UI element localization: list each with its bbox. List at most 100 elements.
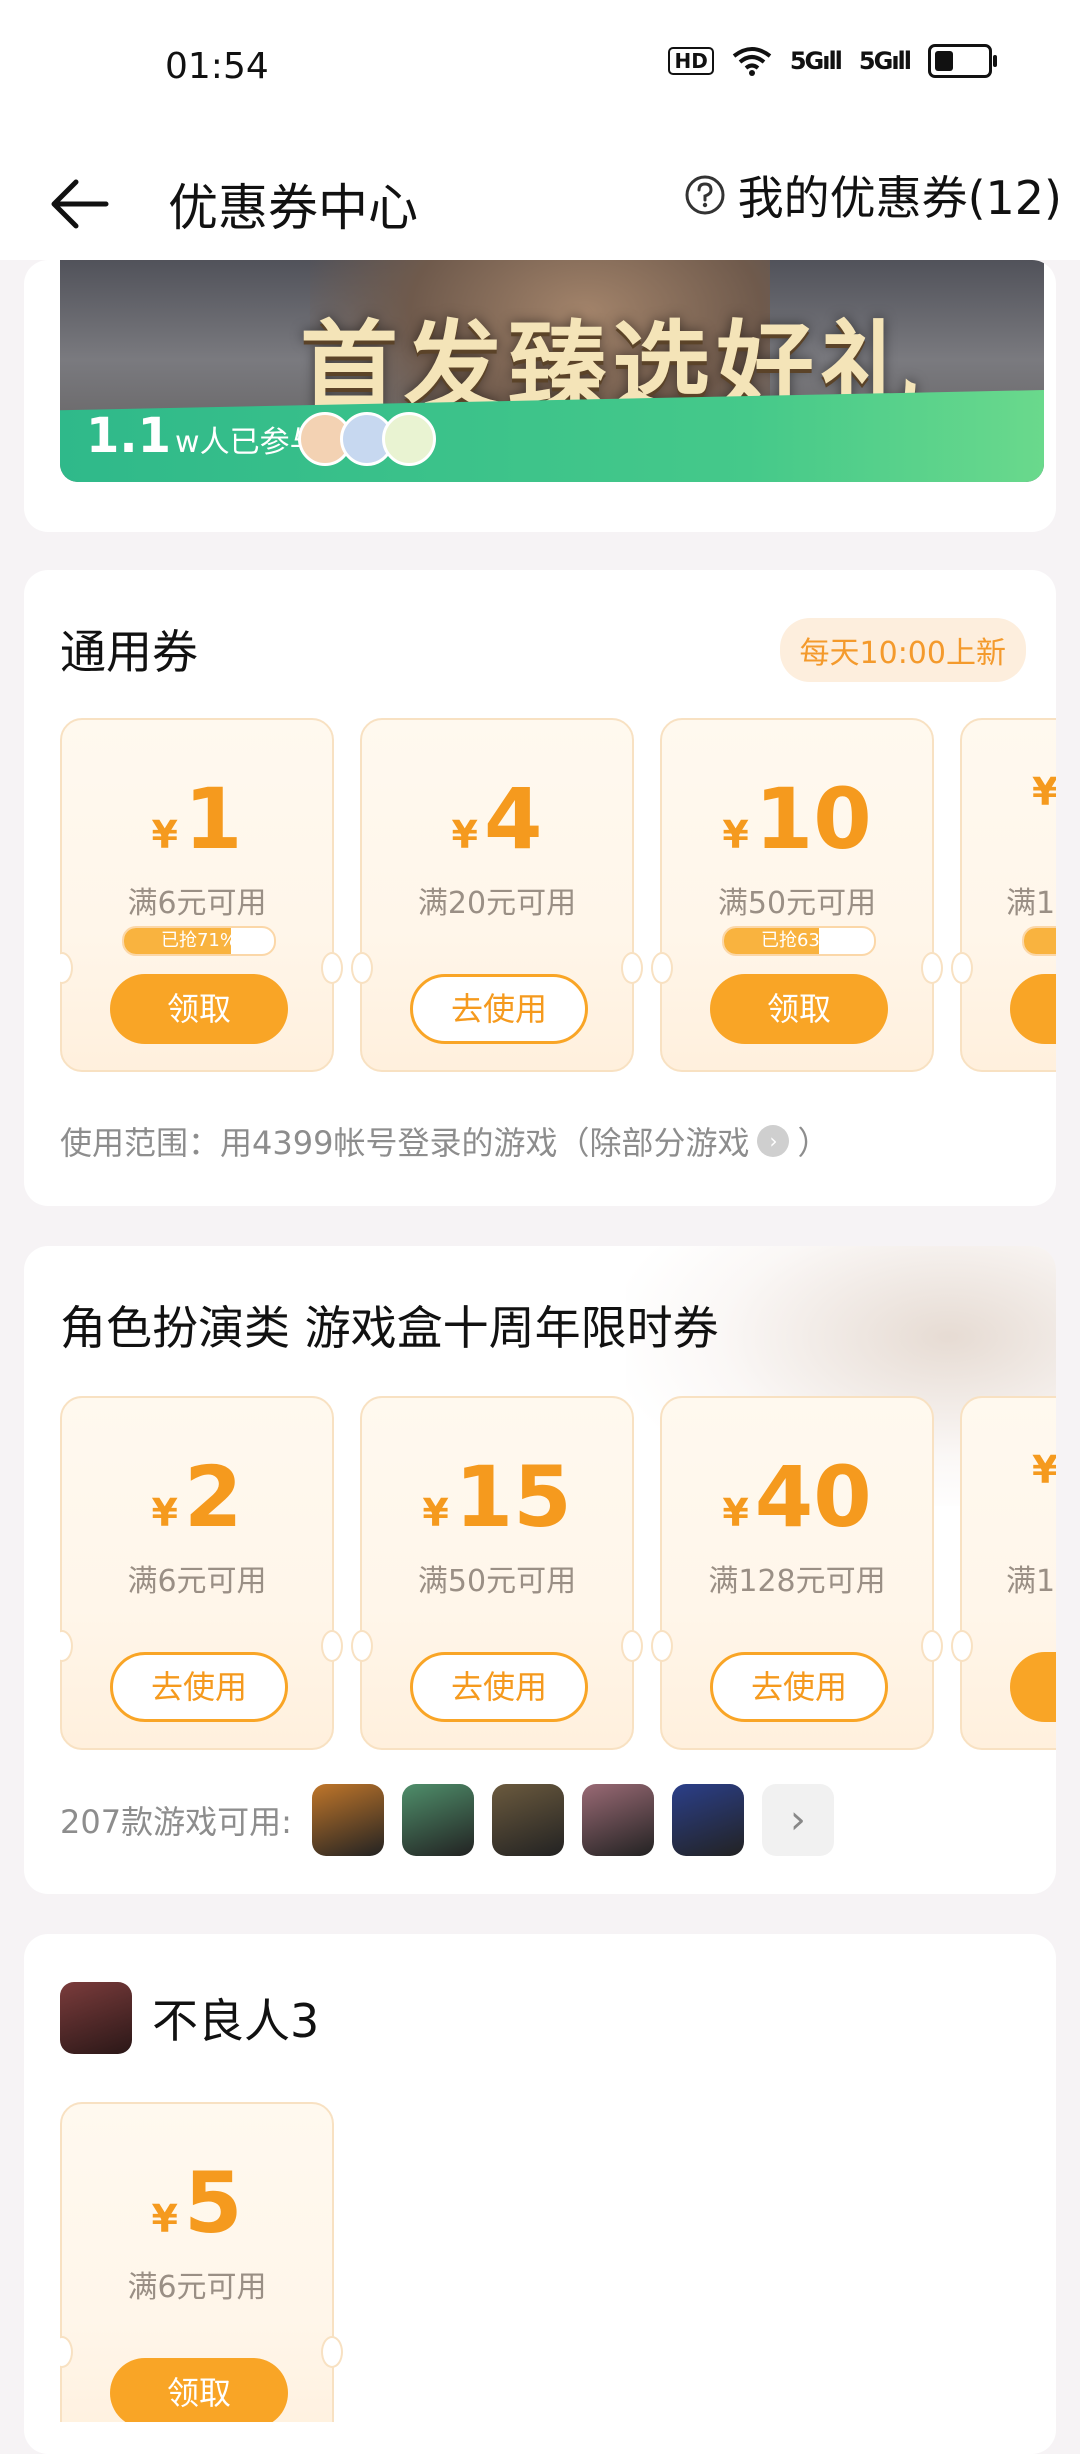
wifi-icon <box>732 47 772 76</box>
coupon-condition: 满6元可用 <box>127 2270 267 2305</box>
coupon-condition: 满20元可用 <box>417 886 577 921</box>
coupon-value: 40 <box>754 1448 872 1546</box>
status-bar: 01:54 HD 5Gıll 5Gıll <box>0 0 1080 136</box>
claim-button[interactable]: 领取 <box>110 2358 288 2422</box>
signal-icon-1: 5Gıll <box>789 47 843 75</box>
claim-button[interactable]: 领取 <box>110 974 288 1044</box>
game-icon[interactable] <box>401 1784 474 1856</box>
coupon-condition: 满50元可用 <box>717 886 877 921</box>
coupon-row[interactable]: ¥5 满6元可用 领取 <box>60 2102 1056 2422</box>
coupon-amount: ¥5 <box>62 2154 332 2252</box>
general-coupons-card: 通用券 每天10:00上新 ¥1 满6元可用 已抢71% 领取 ¥4 满20元可… <box>24 570 1056 1206</box>
game-icon[interactable] <box>581 1784 654 1856</box>
chevron-right-icon[interactable]: › <box>761 1784 834 1856</box>
use-button[interactable]: 去使用 <box>410 974 588 1044</box>
coupon-card[interactable]: ¥15 满50元可用 去使用 <box>351 1396 643 1750</box>
coupon-card[interactable]: ¥4 满20元可用 去使用 <box>351 718 643 1072</box>
signal-icon-2: 5Gıll <box>858 47 912 75</box>
coupon-card[interactable]: ¥2 满6元可用 去使用 <box>60 1396 343 1750</box>
currency-symbol: ¥ <box>722 1491 749 1535</box>
page-title: 优惠券中心 <box>168 179 418 237</box>
coupon-value: 2 <box>184 1448 243 1546</box>
coupon-condition: 满6元可用 <box>127 886 267 921</box>
use-button[interactable]: 去使用 <box>410 1652 588 1722</box>
banner-participants: 1.1 w人已参与 <box>86 408 320 464</box>
section-title: 角色扮演类 游戏盒十周年限时券 <box>60 1301 719 1355</box>
claim-progress-fill <box>1024 928 1056 954</box>
usage-scope: 使用范围：用4399帐号登录的游戏（除部分游戏 › ） <box>60 1118 829 1164</box>
coupon-value: 15 <box>454 1448 572 1546</box>
chevron-right-icon[interactable]: › <box>757 1125 790 1157</box>
game-icon[interactable] <box>311 1784 384 1856</box>
currency-symbol: ¥ <box>422 1491 449 1535</box>
currency-symbol: ¥ <box>1032 1448 1056 1492</box>
usage-scope-text: 使用范围：用4399帐号登录的游戏（除部分游戏 <box>60 1124 750 1162</box>
game-name: 不良人3 <box>152 1994 320 2048</box>
battery-icon <box>928 44 997 78</box>
nav-bar: 优惠券中心 我的优惠券(12) <box>0 136 1080 260</box>
banner-card: 首发臻选好礼 1.1 w人已参与 <box>24 260 1056 532</box>
coupon-condition: 满6元可用 <box>127 1564 267 1599</box>
promo-banner[interactable]: 首发臻选好礼 1.1 w人已参与 <box>60 260 1044 482</box>
use-button[interactable] <box>1010 1652 1056 1722</box>
use-button[interactable]: 去使用 <box>110 1652 288 1722</box>
coupon-amount: ¥4 <box>362 770 632 868</box>
coupon-value: 4 <box>484 770 543 868</box>
coupon-amount: ¥10 <box>662 770 932 868</box>
claim-progress: 已抢63% <box>722 926 876 956</box>
coupon-condition: 满50元可用 <box>417 1564 577 1599</box>
help-icon <box>685 175 725 215</box>
status-time: 01:54 <box>165 46 269 87</box>
claim-button[interactable] <box>1010 974 1056 1044</box>
my-coupons-button[interactable]: 我的优惠券(12) <box>684 162 1062 228</box>
applicable-games-label: 207款游戏可用: <box>60 1803 292 1841</box>
currency-symbol: ¥ <box>1032 770 1056 814</box>
usage-scope-end: ） <box>797 1124 830 1162</box>
claim-button[interactable]: 领取 <box>710 974 888 1044</box>
coupon-amount: ¥2 <box>62 1448 332 1546</box>
my-coupons-label: 我的优惠券(12) <box>737 171 1062 225</box>
applicable-games: 207款游戏可用: › <box>60 1784 834 1856</box>
battery-level <box>935 51 953 71</box>
game-icon[interactable] <box>671 1784 744 1856</box>
section-title: 通用券 <box>60 625 198 679</box>
back-arrow-icon[interactable] <box>42 164 122 244</box>
hd-icon: HD <box>668 47 714 75</box>
coupon-card-partial[interactable]: ¥ 满1 <box>951 718 1056 1072</box>
coupon-condition: 满128元可用 <box>708 1564 886 1599</box>
coupon-condition: 满1 <box>1006 1564 1056 1599</box>
currency-symbol: ¥ <box>151 1491 178 1535</box>
game-icon <box>60 1982 132 2054</box>
participants-number: 1.1 <box>86 408 172 464</box>
coupon-row[interactable]: ¥2 满6元可用 去使用 ¥15 满50元可用 去使用 ¥40 满128元可用 … <box>60 1396 1056 1752</box>
currency-symbol: ¥ <box>451 813 478 857</box>
coupon-card[interactable]: ¥40 满128元可用 去使用 <box>651 1396 943 1750</box>
currency-symbol: ¥ <box>151 2197 178 2241</box>
claim-progress <box>1022 926 1056 956</box>
coupon-amount: ¥ <box>962 1448 1056 1492</box>
coupon-value: 10 <box>754 770 872 868</box>
game-header[interactable]: 不良人3 <box>60 1982 319 2054</box>
currency-symbol: ¥ <box>151 813 178 857</box>
coupon-amount: ¥40 <box>662 1448 932 1546</box>
claim-progress: 已抢71% <box>122 926 276 956</box>
coupon-condition: 满1 <box>1006 886 1056 921</box>
coupon-row[interactable]: ¥1 满6元可用 已抢71% 领取 ¥4 满20元可用 去使用 ¥10 满50元… <box>60 718 1056 1074</box>
coupon-card[interactable]: ¥1 满6元可用 已抢71% 领取 <box>60 718 343 1072</box>
participant-avatars <box>298 412 436 466</box>
avatar <box>382 412 436 466</box>
coupon-card-partial[interactable]: ¥ 满1 <box>951 1396 1056 1750</box>
coupon-value: 5 <box>184 2154 243 2252</box>
coupon-amount: ¥1 <box>62 770 332 868</box>
use-button[interactable]: 去使用 <box>710 1652 888 1722</box>
daily-refresh-badge: 每天10:00上新 <box>779 618 1026 682</box>
coupon-card[interactable]: ¥10 满50元可用 已抢63% 领取 <box>651 718 943 1072</box>
game-coupons-card: 不良人3 ¥5 满6元可用 领取 <box>24 1934 1056 2454</box>
coupon-card[interactable]: ¥5 满6元可用 领取 <box>60 2102 343 2422</box>
claim-progress-text: 已抢63% <box>760 930 837 951</box>
coupon-amount: ¥ <box>962 770 1056 814</box>
claim-progress-text: 已抢71% <box>160 930 237 951</box>
rpg-coupons-card: 角色扮演类 游戏盒十周年限时券 ¥2 满6元可用 去使用 ¥15 满50元可用 … <box>24 1246 1056 1894</box>
coupon-amount: ¥15 <box>362 1448 632 1546</box>
game-icon[interactable] <box>491 1784 564 1856</box>
